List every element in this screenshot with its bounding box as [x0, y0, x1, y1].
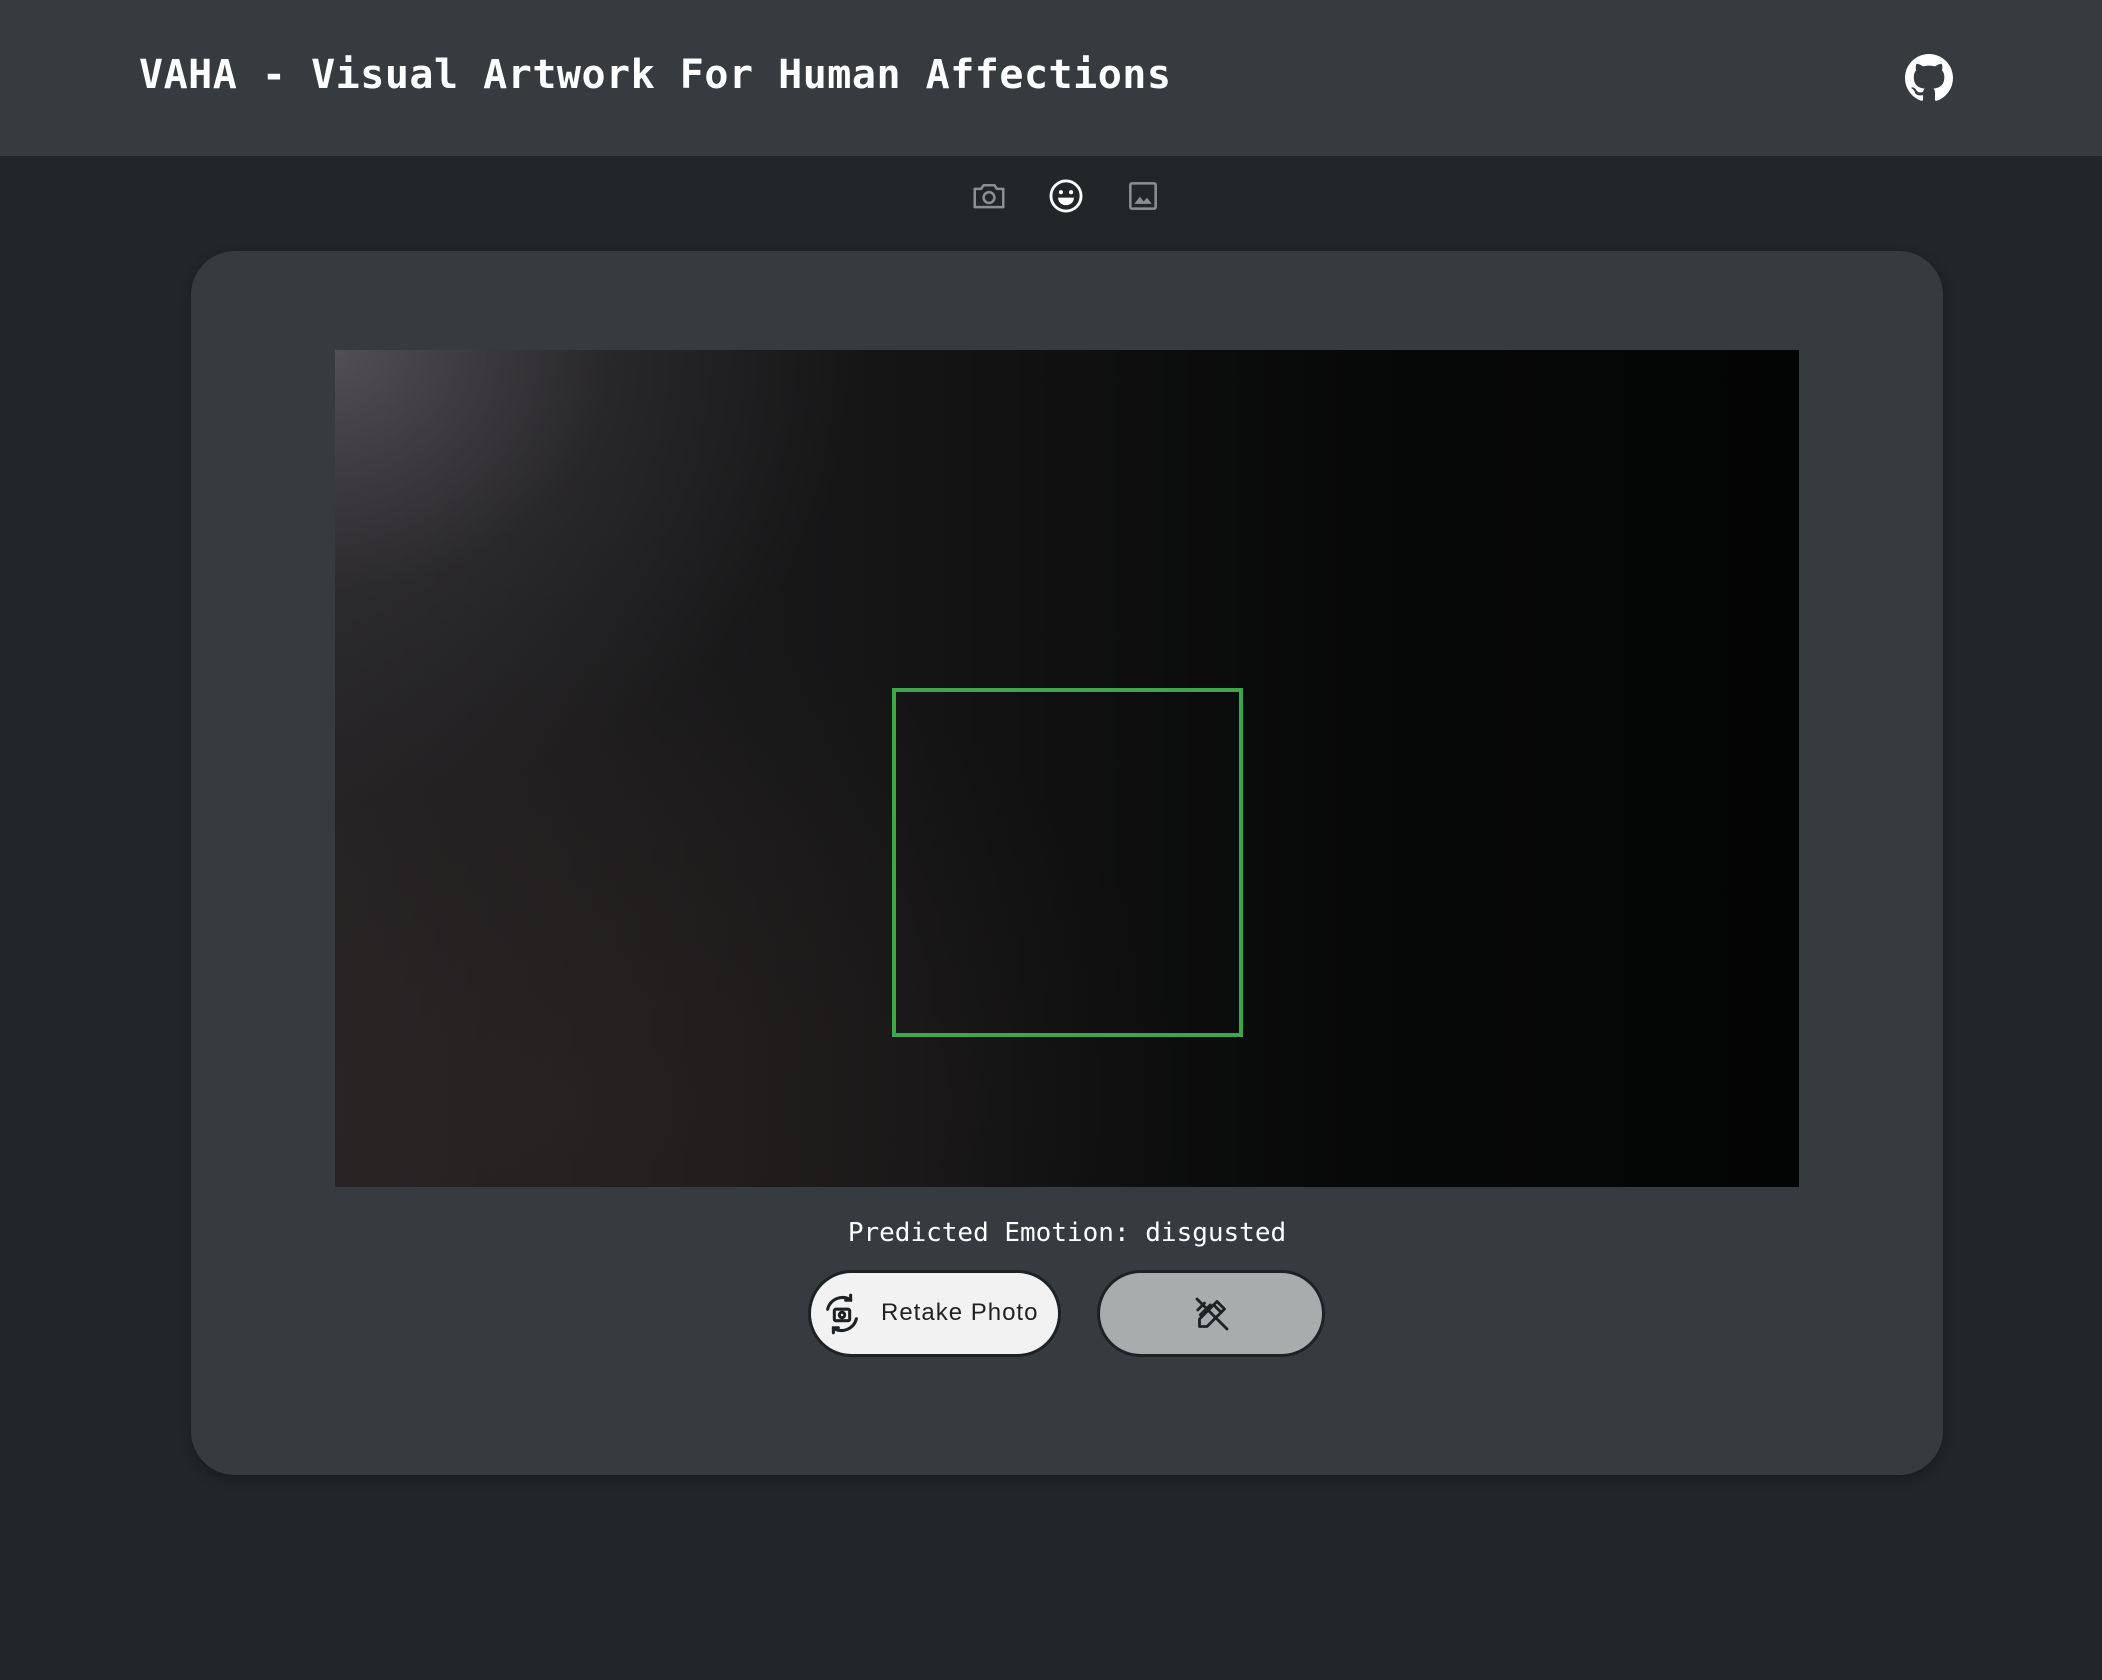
github-icon: [1905, 54, 1953, 102]
main-card: Predicted Emotion: disgusted Retake Phot…: [191, 251, 1943, 1475]
face-detection-box: [892, 688, 1243, 1037]
captured-photo: [335, 350, 1799, 1187]
app-title: VAHA - Visual Artwork For Human Affectio…: [139, 52, 1172, 98]
draw-artwork-button[interactable]: [1097, 1270, 1325, 1357]
tab-gallery[interactable]: [1121, 174, 1165, 218]
draw-pen-icon: [1192, 1294, 1232, 1334]
tab-emotion[interactable]: [1044, 174, 1088, 218]
app-header: VAHA - Visual Artwork For Human Affectio…: [0, 0, 2102, 156]
github-link[interactable]: [1905, 54, 1953, 102]
tab-camera[interactable]: [967, 174, 1011, 218]
image-icon: [1124, 177, 1162, 215]
predicted-emotion-label: Predicted Emotion: disgusted: [847, 1218, 1287, 1248]
retake-camera-icon: [819, 1291, 865, 1337]
retake-photo-label: Retake Photo: [881, 1299, 1039, 1326]
retake-photo-button[interactable]: Retake Photo: [808, 1270, 1061, 1357]
smiley-face-icon: [1047, 177, 1085, 215]
mode-tabs: [967, 174, 1167, 218]
camera-icon: [970, 177, 1008, 215]
